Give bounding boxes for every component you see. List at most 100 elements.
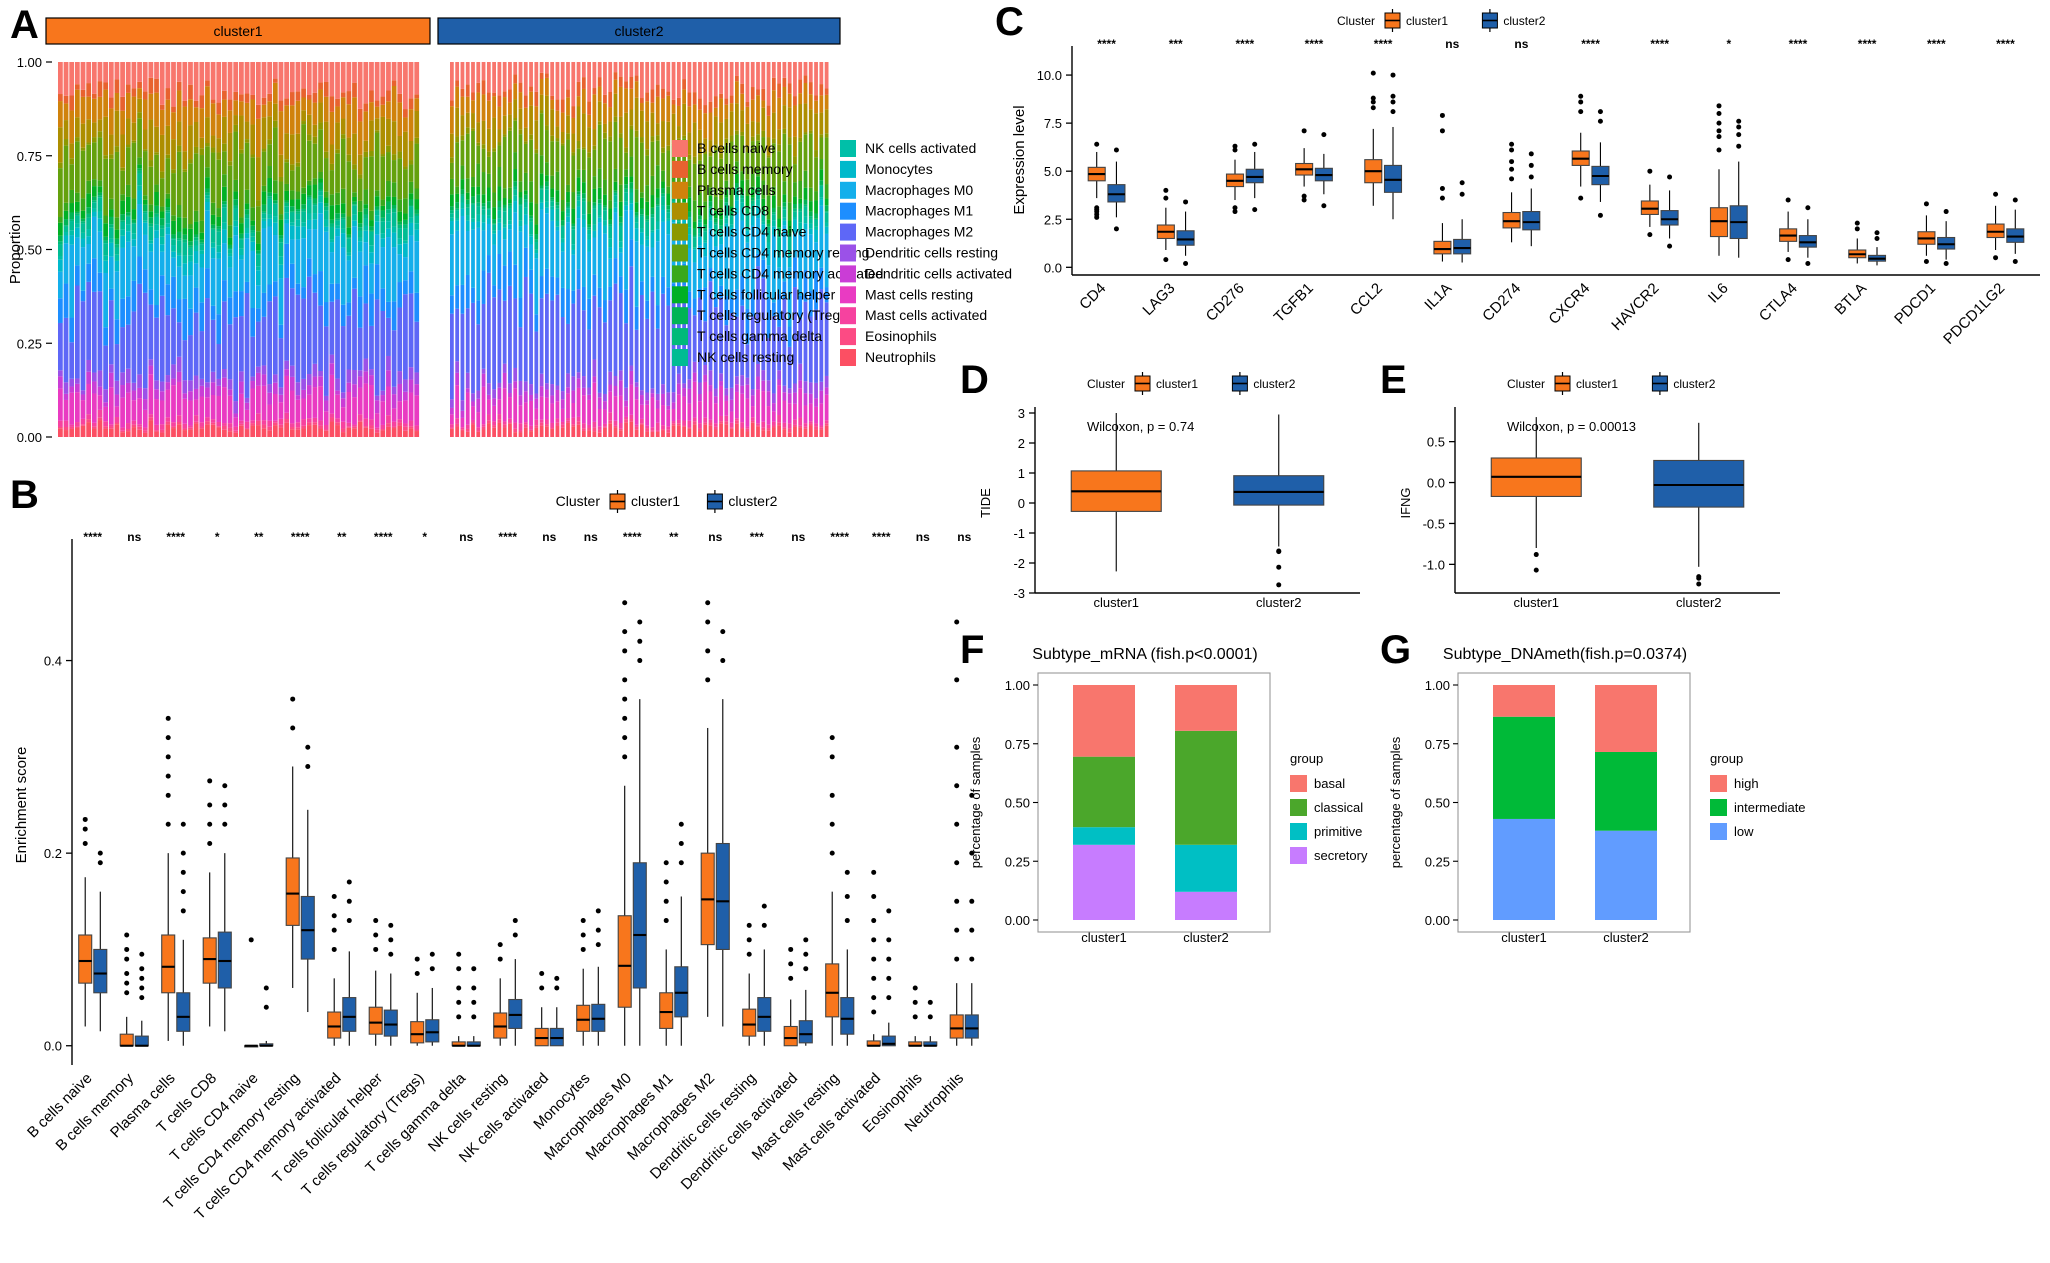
y-tick: -0.5 — [1423, 516, 1445, 531]
stacked-segment — [159, 236, 165, 245]
stacked-segment — [346, 91, 352, 105]
stacked-segment — [518, 405, 523, 424]
y-tick: 0.75 — [1425, 737, 1450, 752]
stacked-segment — [210, 305, 216, 320]
stacked-segment — [295, 422, 301, 428]
stacked-segment — [255, 270, 261, 286]
stacked-segment — [497, 419, 502, 423]
stacked-segment — [250, 94, 256, 100]
stacked-segment — [222, 201, 227, 205]
legend-label: T cells CD4 naive — [697, 224, 807, 240]
stacked-segment — [272, 296, 278, 375]
stacked-segment — [239, 149, 244, 154]
stacked-segment — [335, 283, 340, 300]
stacked-segment — [713, 62, 718, 97]
stacked-segment — [58, 241, 63, 245]
stacked-segment — [481, 230, 486, 271]
stacked-segment — [108, 288, 114, 301]
stacked-segment — [97, 417, 103, 421]
stacked-segment — [289, 225, 295, 240]
stacked-segment — [666, 429, 671, 433]
stacked-segment — [545, 62, 549, 74]
stacked-segment — [597, 124, 602, 169]
stacked-segment — [176, 205, 182, 218]
stacked-segment — [687, 388, 692, 404]
stacked-segment — [740, 110, 745, 132]
outlier-point — [1459, 180, 1465, 186]
stacked-segment — [486, 215, 491, 219]
outlier-point — [1163, 195, 1169, 201]
stacked-segment — [771, 427, 776, 437]
stacked-segment — [471, 419, 475, 423]
stacked-segment — [391, 86, 397, 122]
panel-d: D Cluster cluster1 cluster2 -3 -2 -1 0 1 2 3 clust… — [960, 355, 1380, 625]
stacked-segment — [306, 99, 312, 115]
stacked-segment — [244, 233, 250, 239]
stacked-segment — [329, 219, 335, 224]
stacked-segment — [618, 216, 623, 223]
stacked-segment — [608, 384, 613, 392]
stacked-segment — [357, 327, 363, 371]
outlier-point — [1667, 243, 1673, 249]
stacked-segment — [69, 317, 75, 343]
stacked-bar-segment — [1175, 844, 1237, 892]
outlier-point — [1736, 143, 1742, 149]
stacked-segment — [142, 432, 148, 437]
stacked-segment — [735, 103, 739, 131]
outlier-point — [1993, 255, 1999, 261]
stacked-segment — [374, 132, 380, 191]
stacked-segment — [380, 62, 386, 97]
stacked-segment — [566, 191, 570, 203]
stacked-segment — [80, 390, 86, 395]
stacked-segment — [374, 106, 380, 119]
stacked-segment — [306, 229, 312, 259]
stacked-segment — [261, 374, 267, 386]
stacked-segment — [529, 218, 533, 222]
stacked-segment — [471, 424, 475, 437]
stacked-segment — [272, 382, 278, 394]
stacked-segment — [340, 432, 346, 437]
stacked-segment — [486, 92, 491, 101]
stacked-segment — [86, 244, 92, 264]
stacked-segment — [735, 75, 739, 82]
stacked-segment — [114, 92, 120, 111]
stacked-segment — [369, 156, 374, 211]
stacked-segment — [414, 384, 420, 396]
legend-swatch — [672, 307, 688, 325]
stacked-segment — [798, 104, 803, 138]
stacked-segment — [374, 395, 380, 401]
stacked-segment — [125, 423, 131, 430]
stacked-segment — [545, 426, 549, 437]
stacked-segment — [397, 135, 403, 152]
stacked-segment — [555, 230, 560, 278]
stacked-segment — [165, 234, 171, 285]
stacked-segment — [340, 213, 346, 218]
stacked-segment — [171, 385, 176, 423]
stacked-segment — [529, 236, 533, 245]
stacked-segment — [216, 343, 222, 379]
outlier-point — [1716, 147, 1722, 153]
stacked-segment — [142, 199, 148, 205]
stacked-segment — [86, 359, 92, 372]
stacked-segment — [597, 397, 602, 409]
stacked-segment — [581, 193, 586, 199]
stacked-bar-segment — [1073, 844, 1135, 920]
outlier-point — [471, 985, 477, 991]
stacked-segment — [603, 179, 607, 195]
stacked-segment — [576, 169, 581, 178]
stacked-segment — [550, 141, 555, 176]
stacked-segment — [103, 389, 109, 403]
stacked-segment — [671, 104, 676, 114]
stacked-segment — [534, 203, 539, 225]
stacked-segment — [306, 385, 312, 395]
stacked-segment — [125, 392, 131, 424]
stacked-segment — [329, 252, 335, 284]
stacked-segment — [403, 391, 408, 401]
stacked-segment — [159, 391, 165, 401]
stacked-segment — [131, 223, 137, 234]
stacked-segment — [766, 430, 771, 437]
stacked-segment — [661, 393, 665, 406]
stacked-segment — [63, 243, 69, 284]
outlier-point — [414, 971, 420, 977]
stacked-segment — [581, 62, 586, 78]
